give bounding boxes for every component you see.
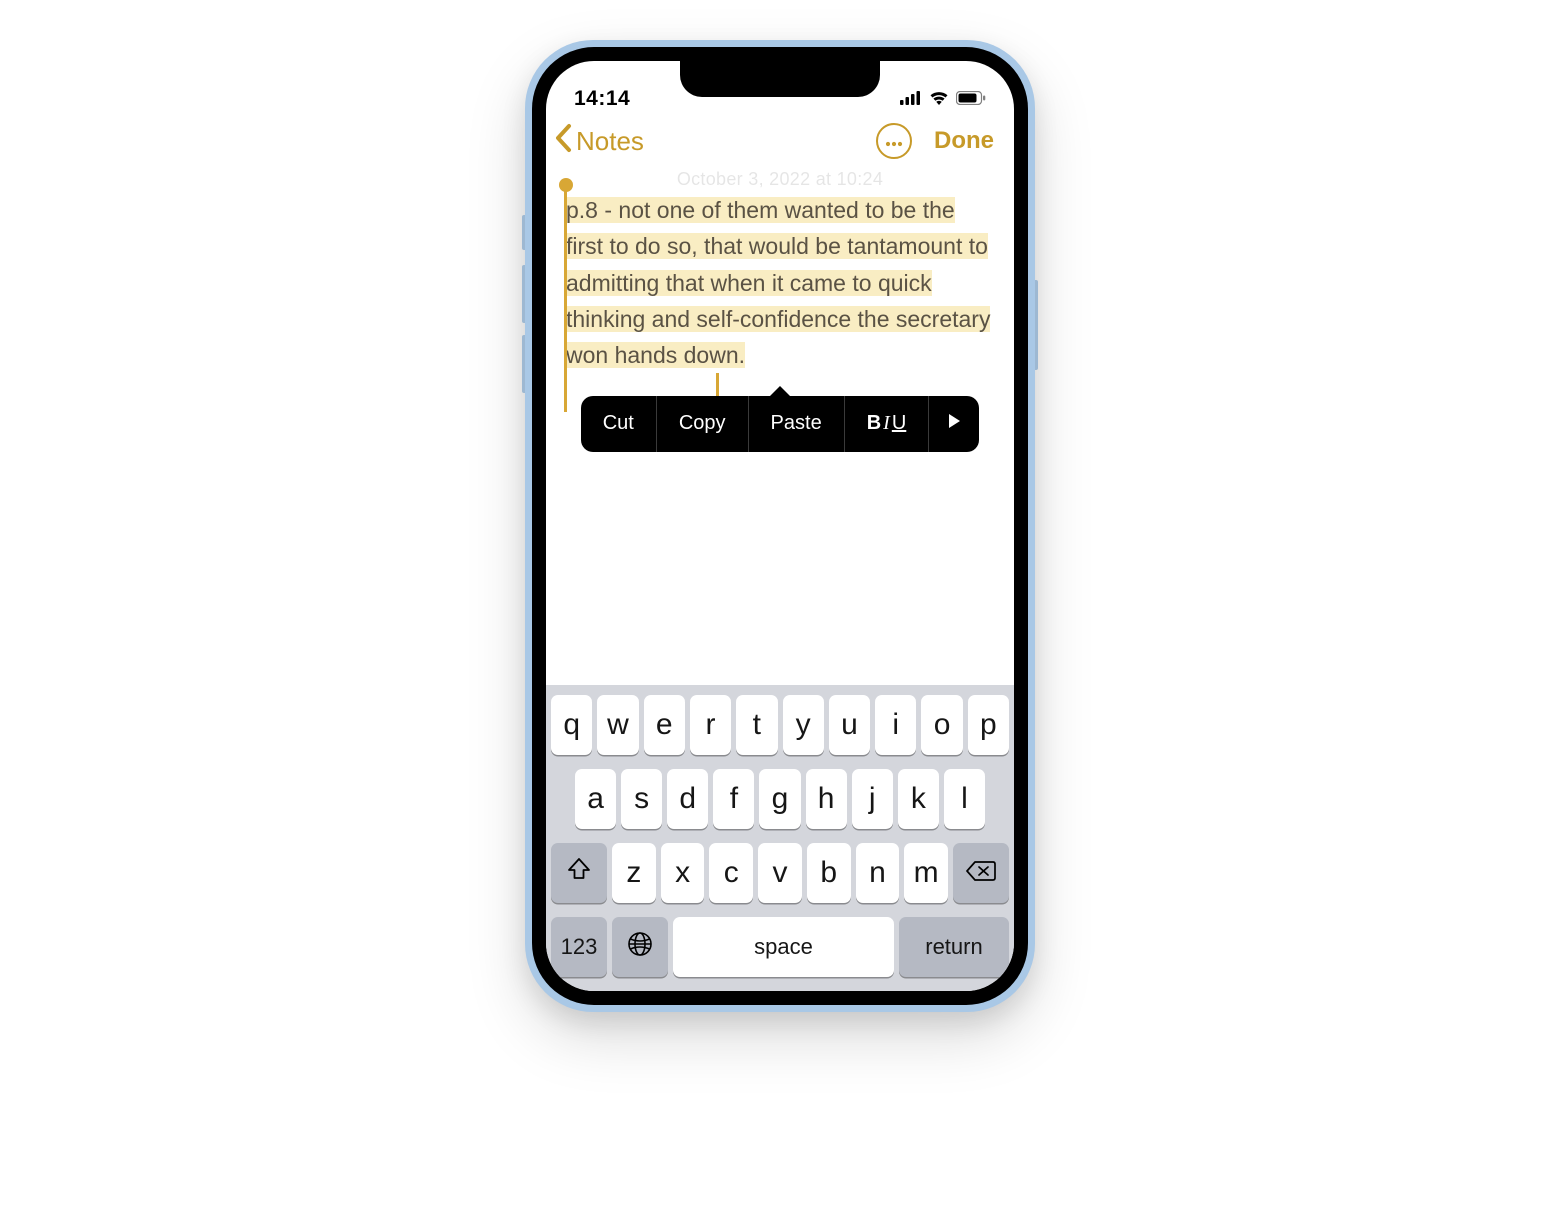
space-key[interactable]: space xyxy=(673,917,894,977)
globe-icon xyxy=(626,930,654,964)
key-d[interactable]: d xyxy=(667,769,708,829)
note-body[interactable]: p.8 - not one of them wanted to be the f… xyxy=(566,192,994,374)
keyboard: qwertyuiop asdfghjkl zxcvbnm 123 xyxy=(546,685,1014,991)
key-o[interactable]: o xyxy=(921,695,962,755)
backspace-icon xyxy=(966,856,996,890)
wifi-icon xyxy=(928,90,950,111)
key-y[interactable]: y xyxy=(783,695,824,755)
copy-button[interactable]: Copy xyxy=(657,396,749,452)
phone-frame: 14:14 xyxy=(525,40,1035,1012)
key-i[interactable]: i xyxy=(875,695,916,755)
shift-icon xyxy=(566,856,592,890)
bold-icon: B xyxy=(867,412,881,435)
key-c[interactable]: c xyxy=(709,843,753,903)
key-u[interactable]: u xyxy=(829,695,870,755)
underline-icon: U xyxy=(892,412,906,435)
selected-text[interactable]: p.8 - not one of them wanted to be the f… xyxy=(566,197,990,368)
key-x[interactable]: x xyxy=(661,843,705,903)
key-k[interactable]: k xyxy=(898,769,939,829)
key-v[interactable]: v xyxy=(758,843,802,903)
key-h[interactable]: h xyxy=(806,769,847,829)
key-j[interactable]: j xyxy=(852,769,893,829)
key-l[interactable]: l xyxy=(944,769,985,829)
key-n[interactable]: n xyxy=(856,843,900,903)
key-f[interactable]: f xyxy=(713,769,754,829)
nav-header: Notes Done xyxy=(546,113,1014,165)
key-p[interactable]: p xyxy=(968,695,1009,755)
cellular-icon xyxy=(900,91,922,110)
done-button[interactable]: Done xyxy=(934,127,994,155)
selection-handle-start[interactable] xyxy=(564,190,567,412)
format-biu-button[interactable]: BIU xyxy=(845,396,930,452)
more-button[interactable] xyxy=(876,123,912,159)
key-w[interactable]: w xyxy=(597,695,638,755)
context-menu-arrow xyxy=(770,386,790,396)
key-a[interactable]: a xyxy=(575,769,616,829)
ellipsis-icon xyxy=(885,130,903,153)
battery-icon xyxy=(956,91,986,110)
paste-button[interactable]: Paste xyxy=(749,396,845,452)
context-menu: Cut Copy Paste BIU xyxy=(566,396,994,452)
key-s[interactable]: s xyxy=(621,769,662,829)
notch xyxy=(680,61,880,97)
back-button[interactable]: Notes xyxy=(554,123,644,159)
screen: 14:14 xyxy=(546,61,1014,991)
key-g[interactable]: g xyxy=(759,769,800,829)
shift-key[interactable] xyxy=(551,843,607,903)
numbers-key[interactable]: 123 xyxy=(551,917,607,977)
backspace-key[interactable] xyxy=(953,843,1009,903)
key-t[interactable]: t xyxy=(736,695,777,755)
key-z[interactable]: z xyxy=(612,843,656,903)
chevron-right-icon xyxy=(947,412,961,435)
key-m[interactable]: m xyxy=(904,843,948,903)
key-e[interactable]: e xyxy=(644,695,685,755)
more-actions-button[interactable] xyxy=(929,396,979,452)
key-r[interactable]: r xyxy=(690,695,731,755)
note-date: October 3, 2022 at 10:24 xyxy=(566,169,994,190)
back-label: Notes xyxy=(576,126,644,157)
key-b[interactable]: b xyxy=(807,843,851,903)
status-icons xyxy=(900,90,986,111)
cut-button[interactable]: Cut xyxy=(581,396,657,452)
note-editor[interactable]: October 3, 2022 at 10:24 p.8 - not one o… xyxy=(546,165,1014,462)
chevron-left-icon xyxy=(554,123,574,159)
globe-key[interactable] xyxy=(612,917,668,977)
return-key[interactable]: return xyxy=(899,917,1009,977)
key-q[interactable]: q xyxy=(551,695,592,755)
italic-icon: I xyxy=(883,412,890,435)
status-time: 14:14 xyxy=(574,87,630,111)
